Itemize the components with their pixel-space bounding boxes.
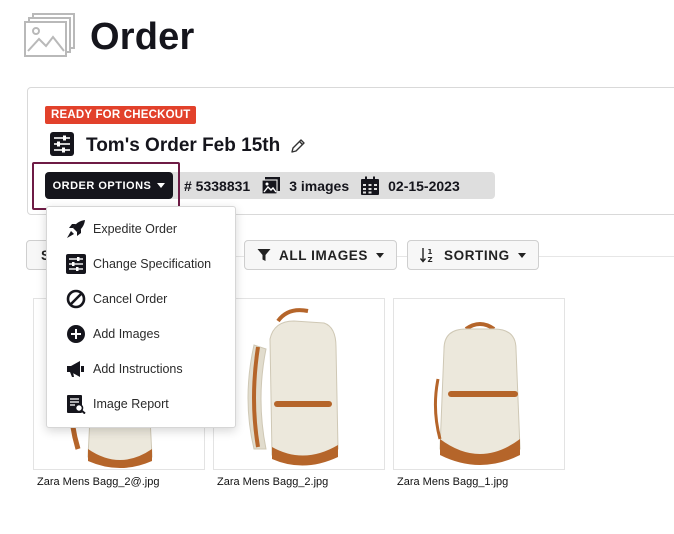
- sort-icon: 1 Z: [420, 248, 434, 263]
- status-badge: READY FOR CHECKOUT: [45, 106, 197, 124]
- menu-item-change-specification[interactable]: Change Specification: [47, 249, 235, 279]
- image-count-label: 3 images: [289, 177, 350, 194]
- rocket-icon: [65, 218, 87, 240]
- order-date-label: 02-15-2023: [388, 177, 460, 194]
- chevron-down-icon: [157, 183, 166, 188]
- product-image: [247, 308, 339, 466]
- menu-item-image-report[interactable]: Image Report: [47, 389, 235, 419]
- sorting-button[interactable]: 1 Z SORTING: [407, 240, 539, 270]
- filter-icon: [257, 249, 271, 261]
- chevron-down-icon: [376, 252, 385, 258]
- order-options-label: ORDER OPTIONS: [52, 179, 152, 192]
- all-images-label: ALL IMAGES: [279, 247, 369, 263]
- menu-item-label: Expedite Order: [93, 222, 178, 236]
- order-date: 02-15-2023: [360, 176, 460, 196]
- menu-item-expedite-order[interactable]: Expedite Order: [47, 214, 235, 244]
- product-name: Zara Mens Bagg_1.jpg: [397, 476, 509, 488]
- sliders-icon: [65, 253, 87, 275]
- order-title-row: Tom's Order Feb 15th: [50, 131, 306, 161]
- sliders-icon: [50, 131, 74, 161]
- plus-circle-icon: [65, 323, 87, 345]
- cancel-icon: [65, 288, 87, 310]
- product-name: Zara Mens Bagg_2@.jpg: [37, 476, 160, 488]
- svg-text:1: 1: [428, 248, 433, 256]
- all-images-filter-button[interactable]: ALL IMAGES: [244, 240, 398, 270]
- image-gallery-icon: [24, 13, 76, 59]
- product-name: Zara Mens Bagg_2.jpg: [217, 476, 329, 488]
- order-options-menu: Expedite Order Change Specification Canc…: [46, 206, 236, 428]
- product-image: [433, 322, 521, 465]
- order-number: # 5338831: [184, 177, 251, 194]
- report-icon: [65, 393, 87, 415]
- images-icon: [261, 176, 281, 195]
- order-options-button[interactable]: ORDER OPTIONS: [45, 172, 173, 199]
- product-card[interactable]: [213, 298, 385, 470]
- menu-item-add-images[interactable]: Add Images: [47, 319, 235, 349]
- menu-item-label: Add Instructions: [93, 362, 183, 376]
- product-card[interactable]: [393, 298, 565, 470]
- sorting-label: SORTING: [444, 247, 510, 263]
- image-count: 3 images: [261, 176, 349, 196]
- menu-item-cancel-order[interactable]: Cancel Order: [47, 284, 235, 314]
- calendar-icon: [361, 176, 380, 195]
- page-title: Order: [90, 16, 195, 58]
- chevron-down-icon: [517, 252, 526, 258]
- svg-text:Z: Z: [428, 256, 434, 263]
- menu-item-label: Cancel Order: [93, 292, 168, 306]
- menu-item-label: Image Report: [93, 397, 169, 411]
- menu-item-add-instructions[interactable]: Add Instructions: [47, 354, 235, 384]
- megaphone-icon: [65, 358, 87, 380]
- menu-item-label: Add Images: [93, 327, 160, 341]
- order-title: Tom's Order Feb 15th: [86, 135, 281, 156]
- menu-item-label: Change Specification: [93, 257, 212, 271]
- pencil-icon[interactable]: [290, 138, 306, 154]
- order-meta-bar: ORDER OPTIONS # 5338831 3 images 02-15-2…: [45, 172, 495, 199]
